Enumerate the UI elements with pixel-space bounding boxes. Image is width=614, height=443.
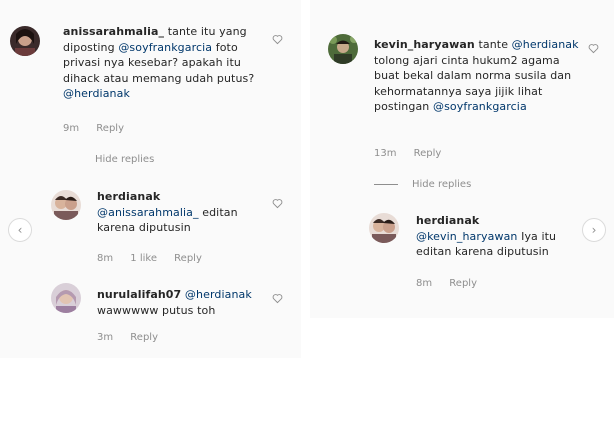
avatar[interactable] xyxy=(10,26,40,56)
comment-username[interactable]: kevin_haryawan xyxy=(374,38,475,51)
reply-button[interactable]: Reply xyxy=(449,278,477,289)
hide-replies-button[interactable]: Hide replies xyxy=(374,179,471,190)
comment-username[interactable]: herdianak xyxy=(416,214,479,227)
comment-time: 13m xyxy=(374,148,397,159)
hide-replies-button[interactable]: Hide replies xyxy=(95,154,154,165)
chevron-left-icon: ‹ xyxy=(17,223,23,237)
reply-button[interactable]: Reply xyxy=(414,148,442,159)
mention-link[interactable]: @kevin_haryawan xyxy=(416,230,517,243)
hide-replies-label: Hide replies xyxy=(95,154,155,165)
comment-text: wawwwww putus toh xyxy=(97,303,216,317)
comments-panel-right: kevin_haryawan tante @herdianak tolong a… xyxy=(310,0,614,318)
mention-link[interactable]: @herdianak xyxy=(512,38,579,51)
like-heart-icon[interactable] xyxy=(272,293,283,304)
avatar[interactable] xyxy=(51,190,81,220)
mention-link[interactable]: @herdianak xyxy=(63,87,130,100)
chevron-right-icon: › xyxy=(591,223,597,237)
mention-link[interactable]: @soyfrankgarcia xyxy=(433,100,527,113)
avatar[interactable] xyxy=(328,34,358,64)
comment-time: 8m xyxy=(416,278,433,289)
like-count[interactable]: 1 like xyxy=(130,253,157,264)
avatar[interactable] xyxy=(51,283,81,313)
reply-button[interactable]: Reply xyxy=(96,123,124,134)
divider-line xyxy=(374,183,398,185)
reply-button[interactable]: Reply xyxy=(130,332,158,343)
comment-username[interactable]: anissarahmalia_ xyxy=(63,25,164,38)
comment-text: tante xyxy=(478,38,509,51)
comment-time: 8m xyxy=(97,253,114,264)
hide-replies-label: Hide replies xyxy=(412,179,472,190)
mention-link[interactable]: @soyfrankgarcia xyxy=(118,41,212,54)
comment-time: 9m xyxy=(63,123,80,134)
like-heart-icon[interactable] xyxy=(588,43,599,54)
next-arrow-button[interactable]: › xyxy=(582,218,606,242)
comment-username[interactable]: herdianak xyxy=(97,190,160,203)
like-heart-icon[interactable] xyxy=(272,198,283,209)
comment-username[interactable]: nurulalifah07 xyxy=(97,288,181,301)
comment-time: 3m xyxy=(97,332,114,343)
reply-button[interactable]: Reply xyxy=(174,253,202,264)
previous-arrow-button[interactable]: ‹ xyxy=(8,218,32,242)
mention-link[interactable]: @anissarahmalia_ xyxy=(97,206,199,219)
mention-link[interactable]: @herdianak xyxy=(185,288,252,301)
comments-panel-left: anissarahmalia_ tante itu yang diposting… xyxy=(0,0,301,358)
avatar[interactable] xyxy=(369,213,399,243)
like-heart-icon[interactable] xyxy=(272,34,283,45)
